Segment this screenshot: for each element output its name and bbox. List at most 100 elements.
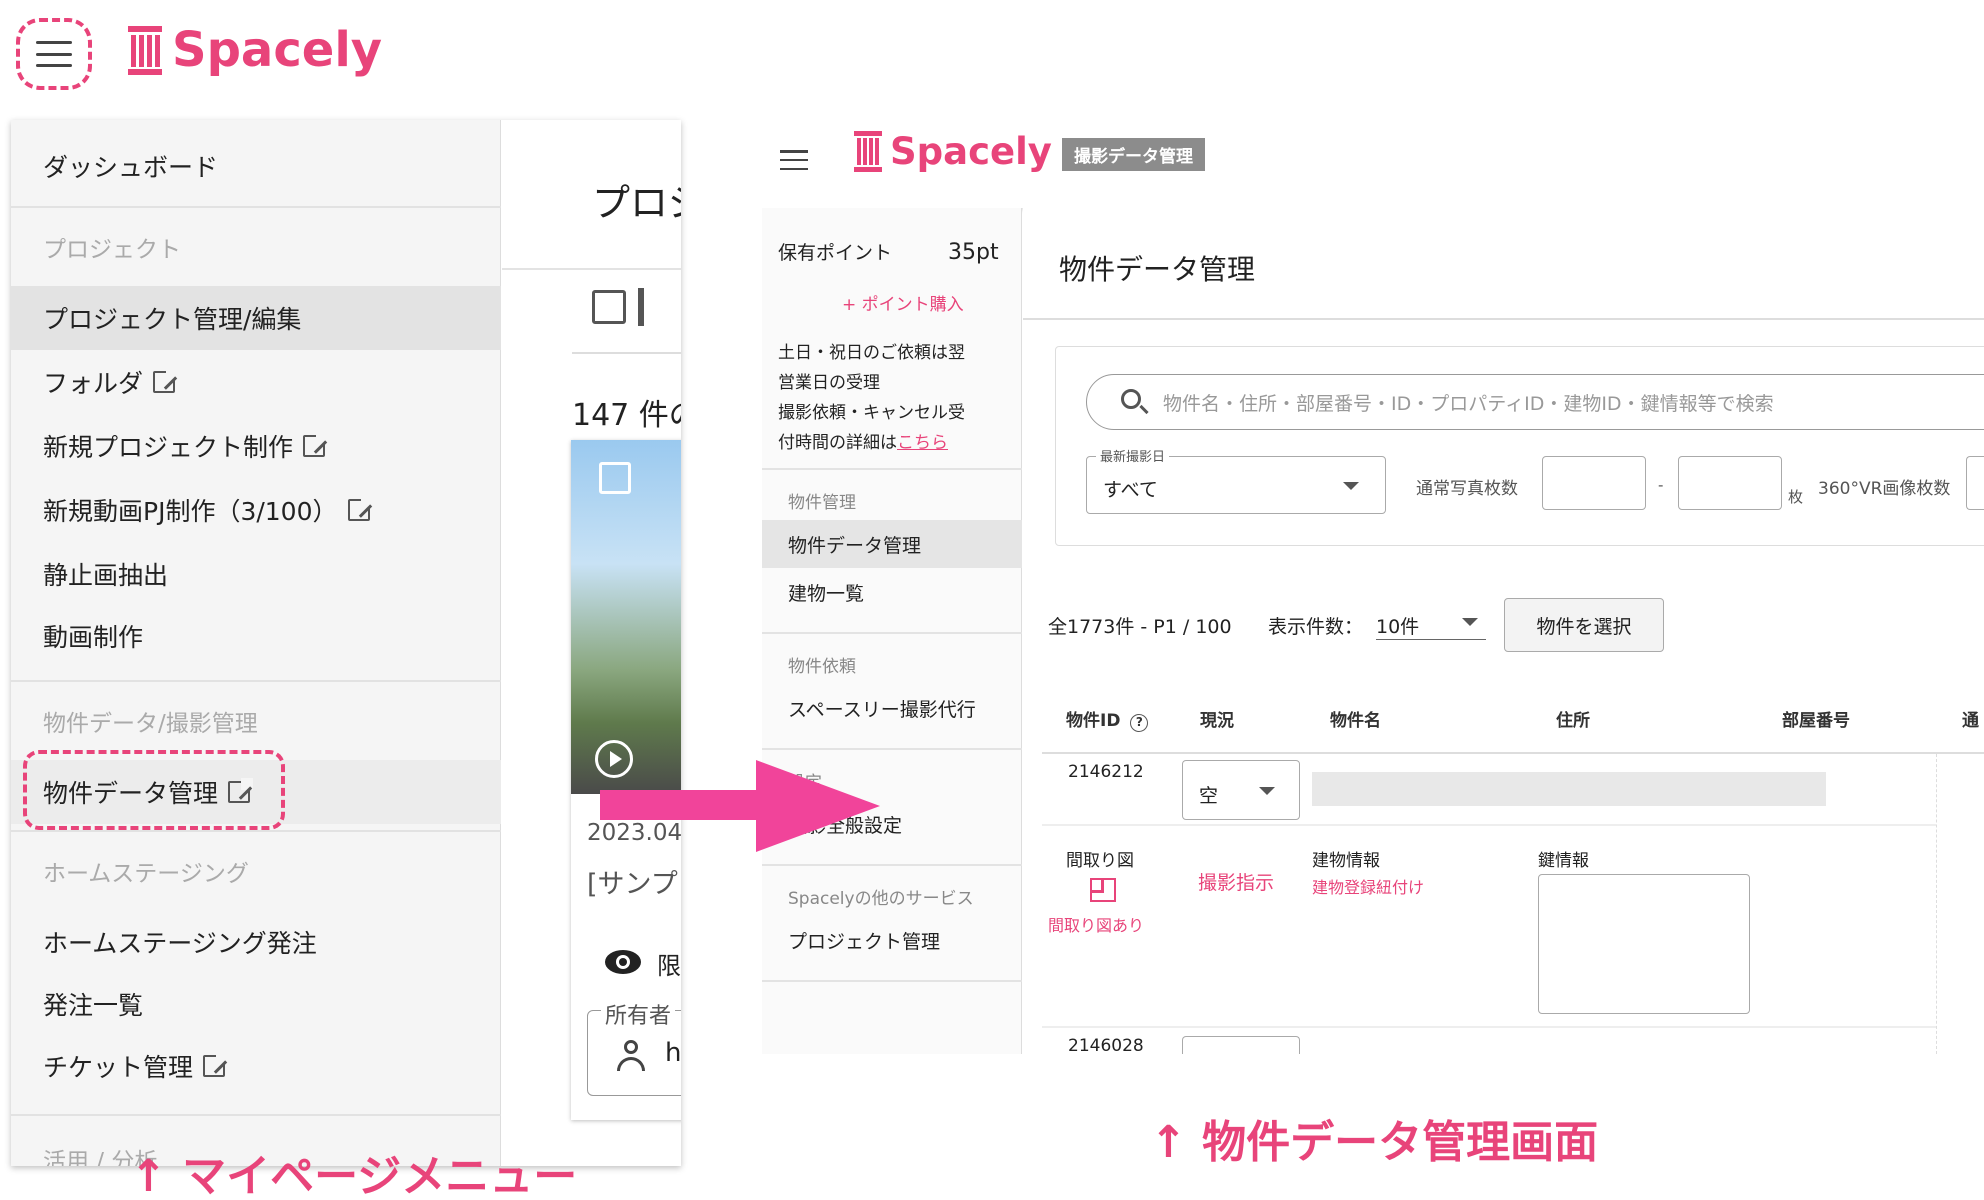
status-select[interactable]: 空	[1182, 760, 1300, 820]
brand-logo[interactable]: Spacely	[854, 126, 1052, 176]
buy-points-link[interactable]: + ポイント購入	[842, 290, 964, 315]
brand-name: Spacely	[172, 22, 383, 78]
page-title: プロジ	[592, 181, 681, 225]
property-data-screen: Spacely 撮影データ管理 保有ポイント 35pt + ポイント購入 土日・…	[762, 104, 1984, 1054]
key-info-textarea[interactable]	[1538, 874, 1750, 1014]
search-icon-handle	[1139, 404, 1149, 415]
card-checkbox[interactable]	[599, 462, 631, 494]
sidebar-item-video-production[interactable]: 動画制作	[11, 604, 501, 668]
notice-link[interactable]: こちら	[897, 433, 948, 453]
sidebar-item-project-manage[interactable]: プロジェクト管理/編集	[11, 286, 501, 350]
row-id[interactable]: 2146212	[1068, 762, 1144, 782]
pagination-info: 全1773件 - P1 / 100	[1048, 616, 1232, 638]
divider	[572, 352, 681, 354]
column-header-label: 物件ID	[1066, 711, 1121, 731]
column-header-more: 通	[1962, 711, 1979, 731]
person-icon	[615, 1040, 647, 1072]
section-home-staging: ホームステージング	[43, 861, 249, 887]
sidebar-item-label: 静止画抽出	[43, 561, 169, 590]
nav-item-label: プロジェクト管理	[788, 930, 941, 953]
property-name-redacted	[1312, 772, 1826, 806]
sidebar-item-new-video[interactable]: 新規動画PJ制作（3/100）	[11, 478, 501, 542]
photo-count-max[interactable]	[1678, 456, 1782, 510]
divider	[1023, 318, 1984, 320]
pillar-logo-icon	[128, 25, 162, 75]
nav-section-other-services: Spacelyの他のサービス	[788, 889, 974, 909]
sidebar-item-label: 新規プロジェクト制作	[43, 433, 294, 462]
chevron-down-icon	[1462, 618, 1478, 626]
select-properties-button[interactable]: 物件を選択	[1504, 598, 1664, 652]
caption-mypage-menu: ↑ マイページメニュー	[130, 1151, 578, 1200]
notice-line: 営業日の受理	[778, 373, 880, 393]
status-select[interactable]	[1182, 1036, 1300, 1054]
building-link[interactable]: 建物登録紐付け	[1312, 874, 1424, 898]
select-all-checkbox[interactable]	[592, 290, 626, 324]
app-sidebar: 保有ポイント 35pt + ポイント購入 土日・祝日のご依頼は翌 営業日の受理 …	[762, 208, 1022, 1054]
sidebar-item-home-staging-order[interactable]: ホームステージング発注	[11, 910, 501, 974]
owner-label: 所有者	[601, 998, 676, 1030]
nav-item-project-manage[interactable]: プロジェクト管理	[762, 916, 1022, 964]
sidebar-item-order-list[interactable]: 発注一覧	[11, 972, 501, 1036]
divider	[11, 830, 501, 832]
divider	[11, 680, 501, 682]
hamburger-icon[interactable]	[780, 150, 808, 170]
pillar-logo-icon	[854, 130, 882, 172]
divider	[502, 268, 681, 270]
sidebar-item-folder[interactable]: フォルダ	[11, 350, 501, 414]
brand-logo[interactable]: Spacely	[128, 20, 382, 80]
nav-item-property-data[interactable]: 物件データ管理	[762, 520, 1022, 568]
per-page-select[interactable]: 10件	[1376, 604, 1486, 640]
toolbar-fragment	[638, 288, 644, 326]
floorplan-value[interactable]: 間取り図あり	[1048, 912, 1144, 936]
project-thumbnail[interactable]	[571, 440, 681, 794]
shoot-instruction-link[interactable]: 撮影指示	[1198, 868, 1274, 895]
notice-line: 土日・祝日のご依頼は翌	[778, 343, 965, 363]
arrow-right-icon	[756, 760, 880, 852]
row-id[interactable]: 2146028	[1068, 1036, 1144, 1054]
sidebar-item-new-project[interactable]: 新規プロジェクト制作	[11, 414, 501, 478]
points-value: 35pt	[948, 240, 999, 265]
search-input[interactable]: 物件名・住所・部屋番号・ID・プロパティID・建物ID・鍵情報等で検索	[1086, 374, 1984, 430]
page-title: 物件データ管理	[1059, 253, 1256, 286]
search-icon	[1121, 389, 1141, 409]
notice-line: 付時間の詳細は	[778, 433, 897, 453]
status-value: 空	[1199, 785, 1219, 807]
divider	[762, 748, 1022, 750]
divider	[762, 468, 1022, 470]
nav-item-label: 物件データ管理	[788, 534, 922, 557]
date-select-value: すべて	[1103, 479, 1158, 501]
section-project: プロジェクト	[43, 237, 181, 263]
sidebar-item-label: 動画制作	[43, 623, 144, 652]
menu-button[interactable]	[16, 18, 92, 90]
per-page-label: 表示件数：	[1268, 616, 1364, 638]
sidebar-item-ticket[interactable]: チケット管理	[11, 1034, 501, 1098]
sidebar-item-dashboard[interactable]: ダッシュボード	[11, 134, 501, 198]
sidebar-item-still-extract[interactable]: 静止画抽出	[11, 542, 501, 606]
per-page-value: 10件	[1376, 616, 1420, 638]
external-link-icon	[347, 496, 373, 521]
vr-count-label: 360°VR画像枚数	[1818, 479, 1951, 499]
floorplan-icon[interactable]	[1090, 878, 1116, 902]
column-header-name: 物件名	[1330, 711, 1381, 731]
row-divider	[1042, 824, 1936, 826]
chevron-down-icon	[1259, 787, 1275, 795]
brand-name: Spacely	[890, 129, 1052, 173]
photo-count-label: 通常写真枚数	[1416, 479, 1518, 499]
key-info-label: 鍵情報	[1538, 851, 1589, 871]
photo-count-min[interactable]	[1542, 456, 1646, 510]
nav-section-request: 物件依頼	[788, 657, 856, 677]
nav-item-shooting-service[interactable]: スペースリー撮影代行	[762, 684, 1022, 732]
external-link-icon	[153, 368, 179, 393]
play-icon[interactable]	[595, 740, 633, 778]
column-header-id: 物件ID ?	[1066, 706, 1149, 732]
vr-count-min[interactable]	[1966, 456, 1984, 510]
divider	[762, 864, 1022, 866]
column-header-room: 部屋番号	[1782, 711, 1850, 731]
visibility-label: 限	[657, 952, 681, 980]
unit-label: 枚	[1788, 488, 1804, 506]
nav-item-building-list[interactable]: 建物一覧	[762, 568, 1022, 616]
result-count: 147 件の	[572, 398, 681, 433]
hamburger-icon	[36, 41, 72, 67]
points-label: 保有ポイント	[778, 242, 893, 264]
help-icon[interactable]: ?	[1130, 714, 1149, 732]
